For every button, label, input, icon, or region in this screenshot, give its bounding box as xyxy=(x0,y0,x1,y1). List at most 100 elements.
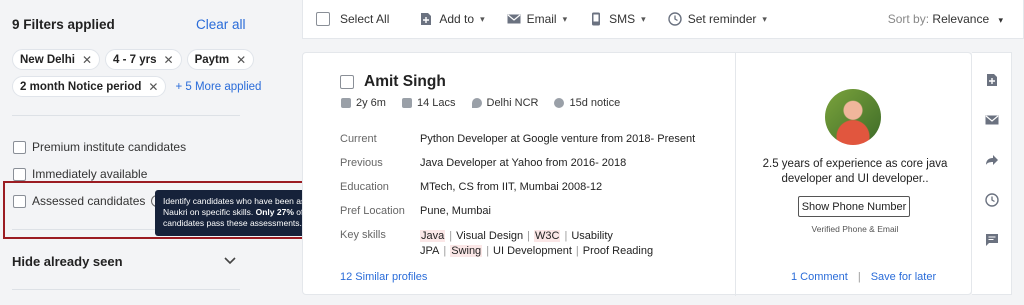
detail-value: Java Developer at Yahoo from 2016- 2018 xyxy=(420,157,627,169)
candidate-name[interactable]: Amit Singh xyxy=(364,73,446,91)
experience-meta: 2y 6m xyxy=(341,97,386,109)
candidate-card: Amit Singh 2y 6m 14 Lacs Delhi NCR 15d n… xyxy=(302,52,973,296)
detail-row: Pref Location Pune, Mumbai xyxy=(340,205,720,229)
sms-dropdown[interactable]: SMS ▾ xyxy=(589,12,646,26)
skill-tag: Usability xyxy=(571,230,613,242)
sort-value: Relevance xyxy=(932,12,990,26)
briefcase-icon xyxy=(341,98,351,108)
chip-label: 2 month Notice period xyxy=(20,80,142,93)
location-value: Delhi NCR xyxy=(486,97,539,109)
sort-label: Sort by: xyxy=(887,12,930,26)
detail-row: Education MTech, CS from IIT, Mumbai 2008… xyxy=(340,181,720,205)
tooltip-bold-text: Only 27% xyxy=(255,207,294,217)
save-for-later-link[interactable]: Save for later xyxy=(871,271,936,283)
share-arrow-icon[interactable] xyxy=(985,153,999,167)
close-icon[interactable]: ✕ xyxy=(148,80,158,94)
detail-label: Education xyxy=(340,181,389,193)
action-toolbar: Select All Add to ▾ Email ▾ SMS ▾ Set remin… xyxy=(302,0,1024,39)
chevron-down-icon: ▾ xyxy=(562,13,568,24)
verified-label: Verified Phone & Email xyxy=(811,224,899,234)
sms-label: SMS xyxy=(609,12,636,26)
skill-tag: UI Development xyxy=(493,245,572,257)
wallet-icon xyxy=(401,98,412,108)
detail-value: MTech, CS from IIT, Mumbai 2008-12 xyxy=(420,181,603,193)
location-pin-icon xyxy=(471,98,482,108)
skill-tag: JPA xyxy=(420,245,440,257)
avatar xyxy=(825,89,881,145)
add-to-dropdown[interactable]: Add to ▾ xyxy=(419,12,485,26)
card-footer-links: 1 Comment | Save for later xyxy=(791,271,937,283)
set-reminder-dropdown[interactable]: Set reminder ▾ xyxy=(667,12,767,26)
notice-value: 15d notice xyxy=(569,97,621,109)
detail-row: Previous Java Developer at Yahoo from 201… xyxy=(340,157,720,181)
checkbox-box[interactable] xyxy=(13,140,26,154)
close-icon[interactable]: ✕ xyxy=(164,53,174,67)
detail-row: Current Python Developer at Google ventur… xyxy=(340,133,720,157)
divider xyxy=(12,115,240,116)
salary-meta: 14 Lacs xyxy=(401,97,456,109)
detail-value: Pune, Mumbai xyxy=(420,205,491,217)
chevron-down-icon[interactable] xyxy=(224,254,236,268)
detail-label: Current xyxy=(340,133,377,145)
filter-chip[interactable]: Paytm ✕ xyxy=(186,49,255,70)
skill-tag: W3C xyxy=(534,230,561,242)
email-label: Email xyxy=(526,12,557,26)
notice-meta: 15d notice xyxy=(554,97,620,109)
chevron-down-icon: ▾ xyxy=(480,13,485,24)
select-all-checkbox[interactable]: Select All xyxy=(316,12,389,26)
detail-label: Key skills xyxy=(340,229,386,241)
sort-dropdown[interactable]: Sort by: Relevance ▾ xyxy=(888,12,1003,26)
immediately-available-checkbox[interactable]: Immediately available xyxy=(13,167,147,181)
chip-label: 4 - 7 yrs xyxy=(113,53,157,66)
filters-heading: 9 Filters applied xyxy=(12,17,115,32)
detail-value: Python Developer at Google venture from … xyxy=(420,133,696,145)
more-filters-link[interactable]: + 5 More applied xyxy=(175,76,261,97)
checkbox-box[interactable] xyxy=(316,12,330,26)
clock-icon xyxy=(667,12,682,26)
premium-institute-checkbox[interactable]: Premium institute candidates xyxy=(13,140,186,154)
filter-panel: 9 Filters applied Clear all New Delhi ✕ 4… xyxy=(0,0,270,305)
detail-label: Pref Location xyxy=(340,205,405,217)
clock-icon[interactable] xyxy=(985,193,999,207)
location-meta: Delhi NCR xyxy=(471,97,539,109)
detail-label: Previous xyxy=(340,157,383,169)
skill-list: Java | Visual Design | W3C | Usability JPA | Swi… xyxy=(420,230,654,257)
salary-value: 14 Lacs xyxy=(416,97,456,109)
clock-icon xyxy=(554,98,565,108)
select-all-label: Select All xyxy=(340,12,390,26)
checkbox-box[interactable] xyxy=(13,167,26,181)
checkbox-label: Premium institute candidates xyxy=(32,140,187,154)
experience-summary: 2.5 years of experience as core java dev… xyxy=(762,158,948,185)
email-dropdown[interactable]: Email ▾ xyxy=(507,12,568,26)
chevron-down-icon: ▾ xyxy=(998,15,1003,25)
skill-tag: Visual Design xyxy=(456,230,524,242)
candidate-select-checkbox[interactable] xyxy=(340,75,354,89)
applied-filter-chips: New Delhi ✕ 4 - 7 yrs ✕ Paytm ✕ 2 month Not… xyxy=(12,49,262,97)
chip-label: New Delhi xyxy=(20,53,75,66)
action-rail xyxy=(972,52,1012,295)
hide-already-seen-toggle[interactable]: Hide already seen xyxy=(12,254,123,269)
add-document-icon[interactable] xyxy=(985,73,999,87)
close-icon[interactable]: ✕ xyxy=(236,53,246,67)
experience-value: 2y 6m xyxy=(356,97,386,109)
candidate-name-row: Amit Singh xyxy=(340,73,446,91)
envelope-icon[interactable] xyxy=(985,113,999,127)
candidate-summary-panel: 2.5 years of experience as core java dev… xyxy=(735,53,973,296)
checkbox-label: Immediately available xyxy=(32,167,148,181)
candidate-meta: 2y 6m 14 Lacs Delhi NCR 15d notice xyxy=(341,97,636,109)
close-icon[interactable]: ✕ xyxy=(82,53,92,67)
show-phone-button[interactable]: Show Phone Number xyxy=(798,196,910,217)
divider xyxy=(12,289,240,290)
chip-label: Paytm xyxy=(194,53,230,66)
add-to-label: Add to xyxy=(439,12,475,26)
skill-tag: Proof Reading xyxy=(582,245,654,257)
detail-row: Key skills Java | Visual Design | W3C | Usabil… xyxy=(340,229,720,259)
comment-icon[interactable] xyxy=(985,233,999,247)
filter-chip[interactable]: 4 - 7 yrs ✕ xyxy=(105,49,182,70)
envelope-icon xyxy=(507,14,521,24)
similar-profiles-link[interactable]: 12 Similar profiles xyxy=(340,271,427,283)
comment-link[interactable]: 1 Comment xyxy=(791,271,848,283)
filter-chip[interactable]: New Delhi ✕ xyxy=(12,49,101,70)
clear-all-link[interactable]: Clear all xyxy=(196,17,246,32)
filter-chip[interactable]: 2 month Notice period ✕ xyxy=(12,76,167,97)
